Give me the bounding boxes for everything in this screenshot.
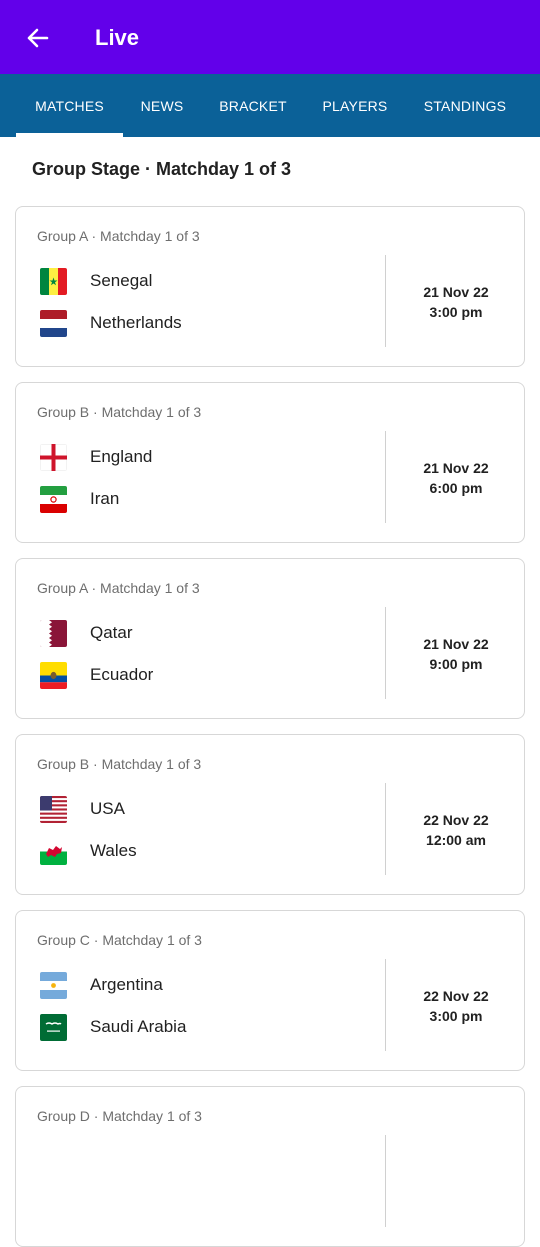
back-button[interactable] bbox=[20, 21, 54, 55]
tab-matches[interactable]: MATCHES bbox=[16, 74, 123, 137]
match-date: 22 Nov 22 bbox=[423, 988, 489, 1004]
match-card[interactable]: Group A · Matchday 1 of 3 Senegal Nether… bbox=[15, 206, 525, 367]
match-date: 21 Nov 22 bbox=[423, 284, 489, 300]
home-team-name: Senegal bbox=[90, 271, 153, 290]
away-team-name: Ecuador bbox=[90, 665, 154, 684]
match-date: 21 Nov 22 bbox=[423, 460, 489, 476]
saudi-arabia-flag-icon bbox=[40, 1014, 67, 1041]
tab-standings[interactable]: STANDINGS bbox=[416, 74, 514, 137]
match-card[interactable]: Group A · Matchday 1 of 3 Qatar Ecuador … bbox=[15, 558, 525, 719]
away-team-name: Netherlands bbox=[90, 313, 182, 332]
england-flag-icon bbox=[40, 444, 67, 471]
home-team-name: England bbox=[90, 447, 153, 466]
match-datetime: 21 Nov 22 9:00 pm bbox=[386, 634, 526, 674]
tab-news[interactable]: NEWS bbox=[132, 74, 192, 137]
ecuador-flag-icon bbox=[40, 662, 67, 689]
match-subtitle: Group B · Matchday 1 of 3 bbox=[37, 404, 202, 420]
home-team-name: USA bbox=[90, 799, 125, 818]
match-datetime: 21 Nov 22 6:00 pm bbox=[386, 458, 526, 498]
match-card[interactable]: Group D · Matchday 1 of 3 bbox=[15, 1086, 525, 1247]
match-time: 9:00 pm bbox=[429, 656, 483, 672]
usa-flag-icon bbox=[40, 796, 67, 823]
away-team-name: Iran bbox=[90, 489, 120, 508]
match-card[interactable]: Group C · Matchday 1 of 3 Argentina Saud… bbox=[15, 910, 525, 1071]
tab-players[interactable]: PLAYERS bbox=[314, 74, 396, 137]
argentina-flag-icon bbox=[40, 972, 67, 999]
match-card[interactable]: Group B · Matchday 1 of 3 England Iran 2… bbox=[15, 382, 525, 543]
away-team-name: Saudi Arabia bbox=[90, 1017, 187, 1036]
match-subtitle: Group A · Matchday 1 of 3 bbox=[37, 228, 200, 244]
tab-bar: MATCHES NEWS BRACKET PLAYERS STANDINGS bbox=[0, 74, 540, 137]
home-team-name: Argentina bbox=[90, 975, 163, 994]
match-time: 3:00 pm bbox=[429, 1008, 483, 1024]
match-subtitle: Group C · Matchday 1 of 3 bbox=[37, 932, 202, 948]
match-subtitle: Group A · Matchday 1 of 3 bbox=[37, 580, 200, 596]
match-card[interactable]: Group B · Matchday 1 of 3 USA Wales 22 N… bbox=[15, 734, 525, 895]
netherlands-flag-icon bbox=[40, 310, 67, 337]
match-datetime: 22 Nov 22 12:00 am bbox=[386, 810, 526, 850]
page-title: Live bbox=[95, 25, 140, 50]
home-team-name: Qatar bbox=[90, 623, 133, 642]
active-tab-indicator bbox=[16, 133, 123, 137]
match-time: 3:00 pm bbox=[429, 304, 483, 320]
tab-bracket[interactable]: BRACKET bbox=[212, 74, 294, 137]
match-subtitle: Group B · Matchday 1 of 3 bbox=[37, 756, 202, 772]
away-team-name: Wales bbox=[90, 841, 137, 860]
card-divider bbox=[385, 1135, 386, 1227]
match-datetime: 22 Nov 22 3:00 pm bbox=[386, 986, 526, 1026]
match-time: 12:00 am bbox=[426, 832, 486, 848]
qatar-flag-icon bbox=[40, 620, 67, 647]
wales-flag-icon bbox=[40, 838, 67, 865]
match-date: 22 Nov 22 bbox=[423, 812, 489, 828]
app-bar: Live bbox=[0, 0, 540, 74]
match-date: 21 Nov 22 bbox=[423, 636, 489, 652]
senegal-flag-icon bbox=[40, 268, 67, 295]
section-title: Group Stage · Matchday 1 of 3 bbox=[32, 159, 292, 179]
match-subtitle: Group D · Matchday 1 of 3 bbox=[37, 1108, 202, 1124]
match-datetime: 21 Nov 22 3:00 pm bbox=[386, 282, 526, 322]
arrow-left-icon bbox=[27, 28, 49, 48]
iran-flag-icon bbox=[40, 486, 67, 513]
match-time: 6:00 pm bbox=[429, 480, 483, 496]
